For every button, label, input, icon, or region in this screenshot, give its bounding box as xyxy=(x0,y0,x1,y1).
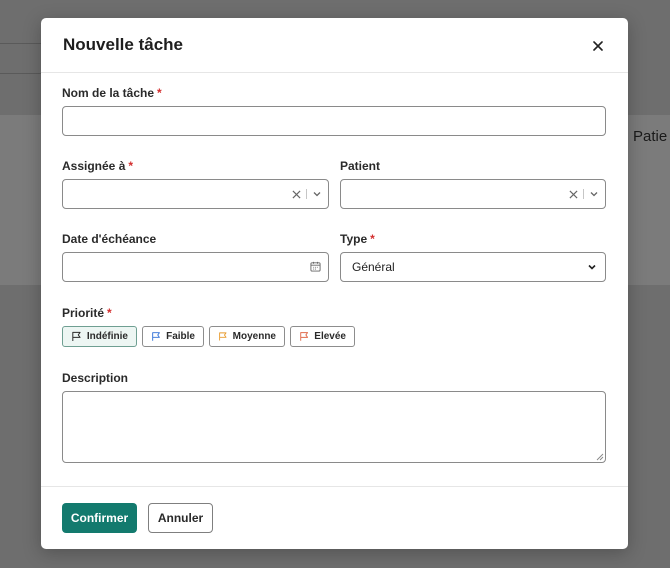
background-divider xyxy=(0,43,41,44)
priority-option-medium[interactable]: Moyenne xyxy=(209,326,285,347)
assigned-to-select[interactable] xyxy=(62,179,329,209)
priority-option-undefined[interactable]: Indéfinie xyxy=(62,326,137,347)
task-name-label-text: Nom de la tâche xyxy=(62,86,155,100)
dialog-title: Nouvelle tâche xyxy=(63,35,183,54)
new-task-dialog: Nouvelle tâche Nom de la tâche * Assignée… xyxy=(41,18,628,549)
priority-option-low[interactable]: Faible xyxy=(142,326,204,347)
required-mark: * xyxy=(157,86,162,100)
required-mark: * xyxy=(128,159,134,173)
priority-label: Priorité * xyxy=(62,306,112,320)
type-label-text: Type xyxy=(340,232,368,246)
flag-icon xyxy=(300,332,309,341)
due-date-label: Date d'échéance xyxy=(62,232,157,246)
flag-icon xyxy=(152,332,160,341)
cancel-button[interactable]: Annuler xyxy=(148,503,213,533)
close-button[interactable] xyxy=(588,36,608,56)
priority-option-high[interactable]: Elevée xyxy=(290,326,355,347)
background-divider xyxy=(0,73,41,74)
description-textarea[interactable] xyxy=(62,391,606,463)
patient-label: Patient xyxy=(340,159,381,173)
resize-handle-icon[interactable] xyxy=(596,453,604,461)
chevron-down-icon[interactable] xyxy=(589,189,599,199)
required-mark: * xyxy=(370,232,375,246)
priority-option-label: Indéfinie xyxy=(86,331,128,342)
clear-icon[interactable] xyxy=(569,189,578,199)
priority-option-label: Elevée xyxy=(314,331,346,342)
select-separator xyxy=(583,189,584,199)
priority-label-text: Priorité xyxy=(62,306,105,320)
type-select[interactable]: Général xyxy=(340,252,606,282)
required-mark: * xyxy=(107,306,112,320)
chevron-down-icon[interactable] xyxy=(312,189,322,199)
background-heading: Patie xyxy=(633,128,668,145)
flag-icon xyxy=(72,331,81,342)
clear-icon[interactable] xyxy=(292,189,301,199)
task-name-label: Nom de la tâche * xyxy=(62,86,162,100)
patient-select[interactable] xyxy=(340,179,606,209)
select-separator xyxy=(306,189,307,199)
priority-option-label: Moyenne xyxy=(232,331,276,342)
assigned-to-label: Assignée à * xyxy=(62,159,133,173)
type-selected-value: Général xyxy=(352,260,395,274)
type-label: Type * xyxy=(340,232,375,246)
calendar-icon[interactable] xyxy=(310,261,321,272)
task-name-input[interactable] xyxy=(62,106,606,136)
assigned-to-label-text: Assignée à xyxy=(62,159,126,173)
description-label: Description xyxy=(62,371,129,385)
footer-divider xyxy=(41,486,628,487)
flag-icon xyxy=(219,332,227,341)
dialog-header: Nouvelle tâche xyxy=(41,18,628,73)
due-date-input[interactable] xyxy=(62,252,329,282)
priority-option-label: Faible xyxy=(166,331,195,342)
close-icon xyxy=(593,41,603,51)
confirm-button[interactable]: Confirmer xyxy=(62,503,137,533)
chevron-down-icon xyxy=(588,264,596,270)
